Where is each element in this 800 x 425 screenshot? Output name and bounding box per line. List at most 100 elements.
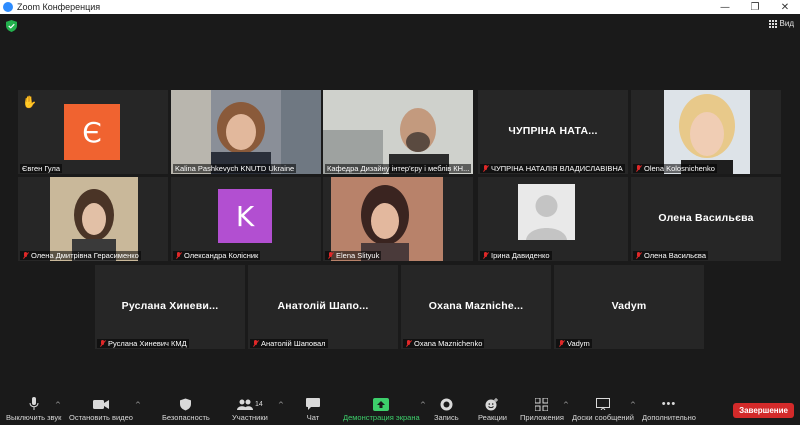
microphone-icon [29, 397, 39, 411]
participant-tile[interactable]: Ірина Давиденко [478, 177, 628, 261]
apps-button-label: Приложения [520, 413, 564, 422]
whiteboard-icon [595, 397, 610, 411]
participants-button-label: Участники [232, 413, 268, 422]
chat-button-label: Чат [306, 413, 320, 422]
participant-tile[interactable]: Vadym Vadym [554, 265, 704, 349]
participant-tile[interactable]: K Олександра Колісник [171, 177, 321, 261]
video-options-caret-icon[interactable]: ^ [135, 401, 141, 409]
participant-name: Олександра Колісник [173, 251, 261, 260]
muted-mic-icon [252, 339, 259, 348]
participant-video [323, 90, 473, 174]
smiley-plus-icon [485, 397, 499, 411]
participant-display-name: Руслана Хиневи... [121, 300, 219, 312]
mute-button-label: Выключить звук [6, 413, 62, 422]
participant-name: Руслана Хиневич КМД [97, 339, 189, 348]
share-screen-button-label: Демонстрация экрана [343, 413, 420, 422]
muted-mic-icon [99, 339, 106, 348]
apps-grid-icon [535, 397, 549, 411]
participant-display-name: Oxana Mazniche... [428, 300, 524, 312]
muted-mic-icon [482, 251, 489, 260]
participants-count: 14 [255, 400, 263, 408]
muted-mic-icon [327, 251, 334, 260]
more-button-label: Дополнительно [642, 413, 696, 422]
share-options-caret-icon[interactable]: ^ [420, 401, 426, 409]
share-screen-icon [373, 397, 390, 411]
minimize-button[interactable]: — [710, 2, 740, 13]
end-meeting-button[interactable]: Завершение [733, 403, 794, 418]
whiteboards-button[interactable]: Доски сообщений [572, 397, 634, 422]
participant-tile[interactable]: Olena Kolosnichenko [631, 90, 781, 174]
participants-icon: 14 [237, 397, 263, 411]
more-button[interactable]: ••• Дополнительно [642, 397, 696, 422]
reactions-button[interactable]: Реакции [478, 397, 507, 422]
audio-options-caret-icon[interactable]: ^ [55, 401, 61, 409]
participant-tile[interactable]: Анатолій Шапо... Анатолій Шаповал [248, 265, 398, 349]
whiteboards-button-label: Доски сообщений [572, 413, 634, 422]
participant-tile[interactable]: Elena Slityuk [323, 177, 473, 261]
participant-video [323, 177, 473, 261]
participant-name: Євген Гула [20, 164, 63, 173]
muted-mic-icon [482, 164, 489, 173]
raised-hand-icon: ✋ [22, 95, 37, 109]
security-button[interactable]: Безопасность [162, 397, 210, 422]
participant-name: Анатолій Шаповал [250, 339, 328, 348]
participant-tile[interactable]: Kalina Pashkevych KNUTD Ukraine [171, 90, 321, 174]
participant-tile[interactable]: ✋ Є Євген Гула [18, 90, 168, 174]
participants-options-caret-icon[interactable]: ^ [278, 401, 284, 409]
participant-name: ЧУПРІНА НАТАЛІЯ ВЛАДИСЛАВІВНА [480, 164, 625, 173]
participant-name: Olena Kolosnichenko [633, 164, 717, 173]
close-button[interactable]: ✕ [770, 2, 800, 13]
muted-mic-icon [405, 339, 412, 348]
meeting-toolbar: Выключить звук ^ Остановить видео ^ Безо… [0, 393, 800, 425]
muted-mic-icon [175, 251, 182, 260]
participant-tile[interactable]: ЧУПРІНА НАТА... ЧУПРІНА НАТАЛІЯ ВЛАДИСЛА… [478, 90, 628, 174]
participant-tile[interactable]: Руслана Хиневи... Руслана Хиневич КМД [95, 265, 245, 349]
avatar: K [218, 189, 272, 243]
muted-mic-icon [22, 251, 29, 260]
chat-button[interactable]: Чат [306, 397, 320, 422]
security-button-label: Безопасность [162, 413, 210, 422]
participant-name: Ірина Давиденко [480, 251, 552, 260]
participant-video [631, 90, 781, 174]
window-titlebar: Zoom Конференция — ❐ ✕ [0, 0, 800, 14]
participant-tile[interactable]: Oxana Mazniche... Oxana Maznichenko [401, 265, 551, 349]
participant-name: Elena Slityuk [325, 251, 382, 260]
avatar: Є [64, 104, 120, 160]
muted-mic-icon [558, 339, 565, 348]
participant-video [18, 177, 168, 261]
reactions-button-label: Реакции [478, 413, 507, 422]
stop-video-button-label: Остановить видео [69, 413, 133, 422]
participant-display-name: Олена Васильєва [658, 212, 754, 224]
whiteboards-options-caret-icon[interactable]: ^ [630, 401, 636, 409]
muted-mic-icon [635, 164, 642, 173]
participants-button[interactable]: 14 Участники [232, 397, 268, 422]
share-screen-button[interactable]: Демонстрация экрана [343, 397, 420, 422]
participant-tile[interactable]: Олена Дмитрівна Герасименко [18, 177, 168, 261]
record-button[interactable]: Запись [434, 397, 459, 422]
meeting-topbar: Вид [0, 14, 800, 38]
encryption-shield-icon[interactable] [6, 20, 17, 32]
apps-button[interactable]: Приложения [520, 397, 564, 422]
participant-display-name: ЧУПРІНА НАТА... [508, 125, 598, 137]
mute-button[interactable]: Выключить звук [6, 397, 61, 422]
participant-name: Олена Васильєва [633, 251, 708, 260]
participant-tile-active-speaker[interactable]: Кафедра Дизайну інтер'єру і меблів КН... [323, 90, 473, 174]
participant-video [171, 90, 321, 174]
participant-name: Kalina Pashkevych KNUTD Ukraine [173, 164, 297, 173]
participant-tile[interactable]: Олена Васильєва Олена Васильєва [631, 177, 781, 261]
apps-options-caret-icon[interactable]: ^ [563, 401, 569, 409]
participant-name: Кафедра Дизайну інтер'єру і меблів КН... [325, 164, 471, 173]
participant-name: Олена Дмитрівна Герасименко [20, 251, 141, 260]
video-camera-icon [92, 397, 109, 411]
stop-video-button[interactable]: Остановить видео [69, 397, 133, 422]
record-icon [440, 397, 453, 411]
view-button[interactable]: Вид [768, 19, 794, 28]
security-shield-icon [180, 397, 192, 411]
view-button-label: Вид [779, 19, 794, 28]
muted-mic-icon [635, 251, 642, 260]
default-avatar-icon [518, 184, 575, 240]
zoom-logo-icon [3, 2, 13, 12]
participant-display-name: Анатолій Шапо... [277, 300, 369, 312]
participant-display-name: Vadym [611, 300, 647, 312]
maximize-button[interactable]: ❐ [740, 2, 770, 13]
